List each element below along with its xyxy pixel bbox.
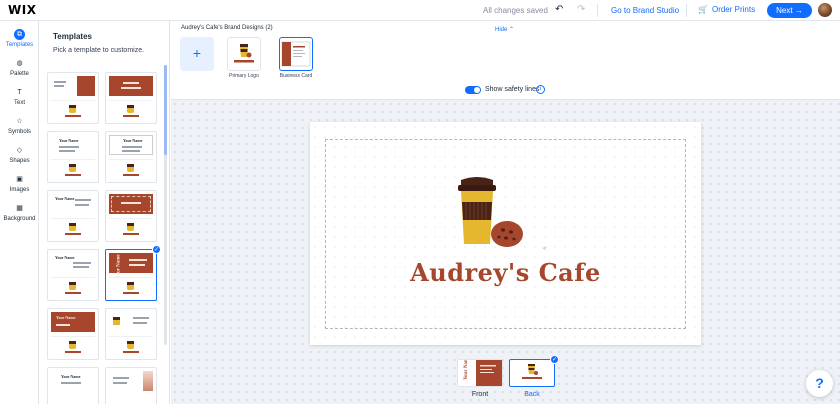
svg-text:Your Name: Your Name [464, 360, 469, 380]
templates-icon: ⧉ [14, 29, 25, 40]
logo-preview [234, 44, 254, 63]
design-primary-logo[interactable] [227, 37, 261, 71]
left-rail: ⧉ Templates ◍ Palette T Text ☆ Symbols ◇… [0, 21, 39, 404]
cup-icon [69, 341, 76, 349]
coffee-cup-cookie-illustration [458, 177, 547, 250]
template-thumbnail[interactable] [105, 367, 157, 404]
safety-lines-label: Show safety lines [485, 86, 540, 93]
design-caption: Primary Logo [229, 73, 259, 79]
cup-icon [127, 282, 134, 290]
template-thumbnail[interactable]: Your Name [47, 308, 99, 360]
cup-icon [69, 105, 76, 113]
brand-designs-title: Audrey's Cafe's Brand Designs (2) [181, 25, 273, 31]
top-bar: WIX All changes saved ↶ ↷ Go to Brand St… [0, 0, 840, 21]
check-icon: ✓ [152, 245, 161, 254]
panel-title: Templates [53, 32, 92, 41]
cup-icon [127, 105, 134, 113]
save-status: All changes saved [483, 6, 548, 15]
page-thumbnail-front[interactable]: Your Name [457, 355, 503, 387]
plus-icon: + [192, 45, 202, 61]
template-thumbnail[interactable] [47, 72, 99, 124]
template-thumbnail[interactable]: Your Name [47, 367, 99, 404]
design-caption: Business Card [279, 73, 313, 79]
text-icon: T [17, 89, 22, 96]
template-thumbnail-selected[interactable]: ✓ Your Name [105, 245, 161, 301]
cafe-name-text[interactable]: Audrey's Cafe [310, 258, 701, 287]
help-button[interactable]: ? [806, 370, 833, 397]
check-icon: ✓ [550, 355, 559, 364]
page-label-front[interactable]: Front [457, 391, 503, 398]
back-page-preview [522, 364, 542, 379]
template-thumbnail[interactable] [105, 72, 157, 124]
template-thumbnail[interactable]: Your Name [47, 131, 99, 183]
rail-item-symbols[interactable]: ☆ Symbols [0, 116, 39, 135]
rail-item-background[interactable]: ▦ Background [0, 203, 39, 222]
rail-item-label: Templates [5, 42, 34, 48]
design-business-card[interactable] [279, 37, 313, 71]
template-thumbnail[interactable]: Your Name [47, 249, 99, 301]
cup-icon [69, 223, 76, 231]
order-prints-label: Order Prints [711, 5, 756, 14]
next-button[interactable]: Next → [767, 3, 812, 18]
rail-item-shapes[interactable]: ◇ Shapes [0, 145, 39, 164]
divider [686, 4, 687, 17]
cup-icon [127, 223, 134, 231]
business-card-back[interactable]: Audrey's Cafe [310, 122, 701, 345]
add-design-button[interactable]: + [180, 37, 214, 71]
rail-item-label: Images [9, 187, 30, 193]
safety-lines-bar: Show safety lines i [171, 81, 840, 100]
go-to-brand-studio-link[interactable]: Go to Brand Studio [611, 6, 679, 15]
star-icon: ☆ [16, 118, 23, 125]
info-icon[interactable]: i [536, 85, 545, 94]
cup-icon [127, 341, 134, 349]
template-thumbnail[interactable]: Your Name [47, 190, 99, 242]
cup-icon [69, 164, 76, 172]
page-thumbnail-back[interactable]: ✓ [509, 355, 559, 387]
page-label-back[interactable]: Back [509, 391, 555, 398]
avatar[interactable] [818, 3, 832, 17]
panel-subtitle: Pick a template to customize. [53, 47, 145, 54]
rail-item-label: Text [13, 100, 25, 106]
shapes-icon: ◇ [16, 147, 23, 154]
wix-logo[interactable]: WIX [8, 3, 36, 17]
cart-icon: 🛒 [698, 5, 708, 14]
rail-item-palette[interactable]: ◍ Palette [0, 58, 39, 77]
templates-panel: Templates Pick a template to customize. … [39, 21, 170, 404]
rail-item-text[interactable]: T Text [0, 87, 39, 106]
rail-item-images[interactable]: ▣ Images [0, 174, 39, 193]
rail-item-label: Palette [10, 71, 29, 77]
rail-item-label: Shapes [9, 158, 30, 164]
safety-lines-toggle[interactable] [465, 86, 481, 94]
panel-scrollbar[interactable] [164, 65, 167, 345]
template-thumbnail[interactable] [105, 308, 157, 360]
undo-icon[interactable]: ↶ [555, 4, 563, 15]
image-icon: ▣ [16, 176, 23, 183]
palette-icon: ◍ [16, 60, 23, 67]
order-prints-button[interactable]: 🛒 Order Prints [698, 5, 755, 14]
template-thumbnail[interactable] [105, 190, 157, 242]
business-card-preview [281, 41, 311, 67]
background-icon: ▦ [16, 205, 23, 212]
hide-link[interactable]: Hide ⌃ [495, 26, 514, 33]
rail-item-templates[interactable]: ⧉ Templates [0, 29, 39, 48]
rail-item-label: Background [3, 216, 36, 222]
redo-icon[interactable]: ↷ [577, 4, 585, 15]
cup-icon [127, 164, 134, 172]
rail-item-label: Symbols [7, 129, 31, 135]
cup-icon [69, 282, 76, 290]
divider [597, 4, 598, 17]
template-thumbnail[interactable]: Your Name [105, 131, 157, 183]
front-page-preview: Your Name [458, 355, 502, 386]
